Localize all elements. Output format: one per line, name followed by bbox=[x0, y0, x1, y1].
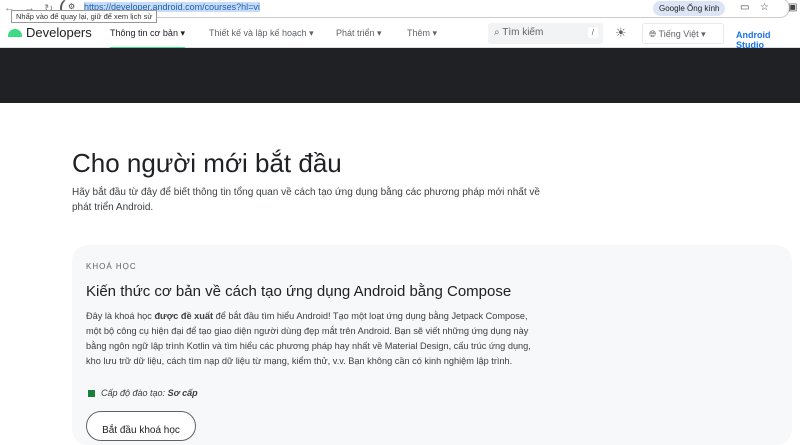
globe-icon: 🌐︎ bbox=[649, 29, 657, 39]
star-icon[interactable]: ☆ bbox=[760, 2, 769, 13]
search-icon: ⌕ bbox=[494, 27, 500, 38]
page-intro: Hãy bắt đầu từ đây để biết thông tin tổn… bbox=[72, 187, 540, 213]
tab-more[interactable]: Thêm ▾ bbox=[407, 28, 437, 39]
page-title: Cho người mới bắt đầu bbox=[72, 148, 342, 178]
shortcut-key: / bbox=[587, 27, 598, 38]
theme-toggle-icon[interactable]: ☀ bbox=[615, 25, 627, 41]
level-icon bbox=[88, 389, 95, 397]
tab-design[interactable]: Thiết kế và lập kế hoạch ▾ bbox=[209, 28, 314, 39]
logo-text: Developers bbox=[26, 25, 92, 40]
browser-toolbar: ← → ↻ ⚙ https://developer.android.com/co… bbox=[0, 0, 800, 23]
tab-search-icon[interactable]: ▣ bbox=[788, 2, 797, 13]
hero-banner bbox=[0, 48, 800, 103]
course-level: Cấp độ đào tạo: Sơ cấp bbox=[88, 388, 198, 398]
cast-icon[interactable]: ▭ bbox=[740, 2, 749, 13]
search-input[interactable]: ⌕ Tìm kiếm / bbox=[488, 23, 603, 44]
android-studio-link[interactable]: Android Studio bbox=[736, 30, 800, 50]
course-card: KHOÁ HỌC Kiến thức cơ bản về cách tạo ứn… bbox=[72, 245, 792, 445]
logo[interactable]: Developers bbox=[8, 25, 92, 40]
tooltip: Nhấp vào để quay lại, giữ để xem lịch sử bbox=[11, 10, 158, 23]
course-title: Kiến thức cơ bản về cách tạo ứng dụng An… bbox=[86, 283, 512, 300]
tab-develop[interactable]: Phát triển ▾ bbox=[336, 28, 382, 39]
google-lens-button[interactable]: Google Ống kính bbox=[653, 1, 726, 16]
android-icon bbox=[8, 28, 22, 37]
card-kicker: KHOÁ HỌC bbox=[86, 262, 137, 271]
language-select[interactable]: 🌐︎ Tiếng Việt ▾ bbox=[642, 23, 724, 44]
start-course-button[interactable]: Bắt đầu khoá học bbox=[86, 411, 196, 441]
tab-basics[interactable]: Thông tin cơ bản ▾ bbox=[110, 28, 185, 49]
course-description: Đây là khoá học được đề xuất để bắt đầu … bbox=[86, 311, 531, 366]
